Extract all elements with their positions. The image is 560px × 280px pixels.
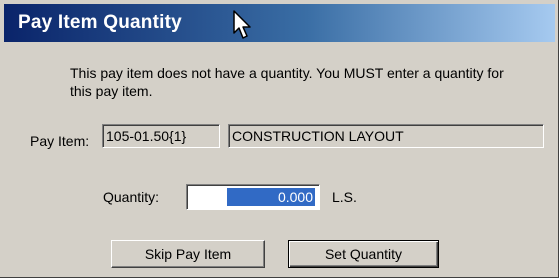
info-message: This pay item does not have a quantity. … [70, 65, 504, 99]
quantity-label: Quantity: [103, 189, 160, 205]
quantity-value-selected[interactable]: 0.000 [227, 188, 315, 206]
quantity-unit: L.S. [332, 189, 357, 205]
title-bar[interactable]: Pay Item Quantity [4, 4, 555, 42]
pay-item-label: Pay Item: [30, 133, 90, 149]
pay-item-quantity-dialog: Pay Item Quantity This pay item does not… [0, 0, 559, 278]
mouse-pointer-icon [233, 10, 251, 39]
pay-item-description-field: CONSTRUCTION LAYOUT [228, 124, 544, 148]
pay-item-number-field: 105-01.50{1} [102, 124, 220, 148]
set-quantity-button[interactable]: Set Quantity [288, 240, 439, 268]
window-title: Pay Item Quantity [18, 12, 182, 33]
quantity-input[interactable]: 0.000 [186, 184, 320, 210]
skip-pay-item-button[interactable]: Skip Pay Item [111, 240, 265, 268]
